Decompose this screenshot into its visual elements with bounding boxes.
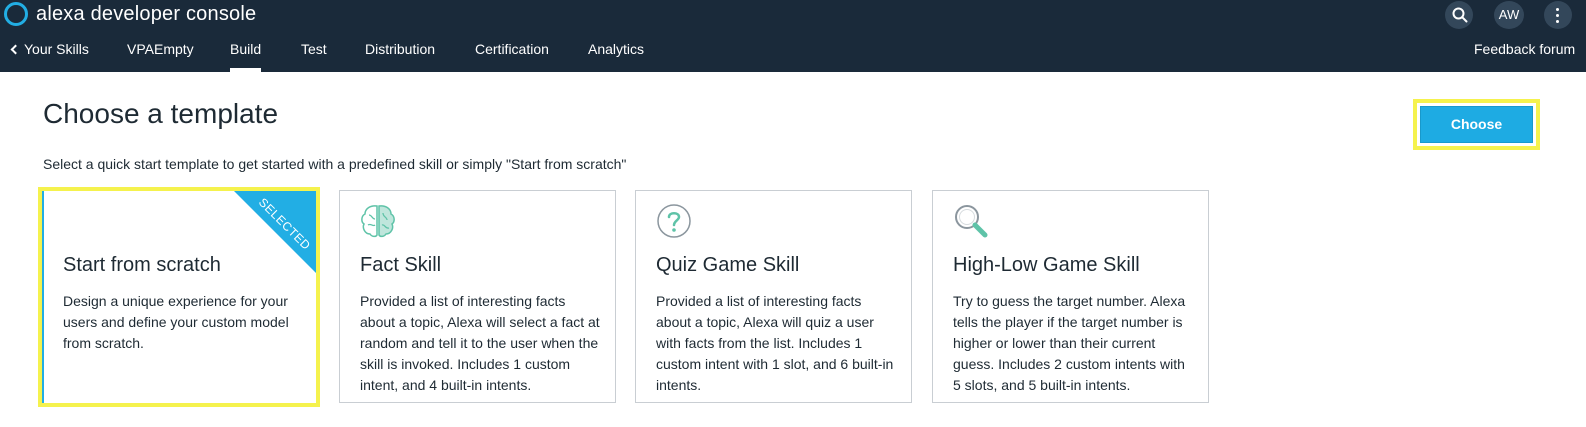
- user-avatar[interactable]: AW: [1494, 1, 1524, 29]
- more-menu-button[interactable]: [1544, 1, 1572, 29]
- page-title: Choose a template: [43, 98, 279, 129]
- selected-ribbon: [234, 191, 316, 273]
- card-description: Try to guess the target number. Alexa te…: [953, 293, 1186, 393]
- search-button[interactable]: [1445, 1, 1473, 29]
- nav-tab-test[interactable]: Test: [301, 41, 327, 57]
- alexa-logo-icon[interactable]: [4, 2, 28, 26]
- template-card-high-low-game-skill[interactable]: High-Low Game Skill Try to guess the tar…: [932, 190, 1209, 403]
- top-bar: alexa developer console AW Your Skills V…: [0, 0, 1586, 72]
- card-description: Design a unique experience for your user…: [63, 293, 289, 351]
- search-icon: [1452, 7, 1468, 23]
- nav-tab-certification[interactable]: Certification: [475, 41, 549, 57]
- template-card-quiz-game-skill[interactable]: Quiz Game Skill Provided a list of inter…: [635, 190, 912, 403]
- card-title: Quiz Game Skill: [656, 254, 800, 276]
- page-subtitle: Select a quick start template to get sta…: [43, 156, 627, 172]
- choose-button-highlight: Choose: [1413, 99, 1540, 150]
- nav-back-label: Your Skills: [24, 41, 89, 57]
- nav-tab-skill-name[interactable]: VPAEmpty: [127, 41, 194, 57]
- app-title[interactable]: alexa developer console: [36, 3, 256, 26]
- chevron-left-icon: [10, 44, 21, 55]
- card-title: Start from scratch: [63, 254, 221, 276]
- card-title: Fact Skill: [360, 254, 442, 276]
- nav-back-your-skills[interactable]: Your Skills: [10, 41, 89, 57]
- choose-button[interactable]: Choose: [1420, 106, 1533, 143]
- card-description: Provided a list of interesting facts abo…: [360, 293, 600, 393]
- nav-tab-distribution[interactable]: Distribution: [365, 41, 435, 57]
- magnifier-icon: [955, 205, 988, 238]
- feedback-forum-link[interactable]: Feedback forum: [1474, 41, 1575, 57]
- template-card-start-from-scratch[interactable]: SELECTED Start from scratch Design a uni…: [38, 187, 320, 407]
- kebab-dot-icon: [1556, 20, 1559, 23]
- card-title: High-Low Game Skill: [953, 254, 1140, 276]
- nav-tab-analytics[interactable]: Analytics: [588, 41, 644, 57]
- kebab-dot-icon: [1556, 14, 1559, 17]
- question-icon: [657, 204, 691, 238]
- kebab-dot-icon: [1556, 8, 1559, 11]
- brain-icon: [361, 205, 395, 238]
- card-description: Provided a list of interesting facts abo…: [656, 293, 894, 393]
- template-card-fact-skill[interactable]: Fact Skill Provided a list of interestin…: [339, 190, 616, 403]
- skill-nav: Your Skills VPAEmpty Build Test Distribu…: [0, 36, 1586, 72]
- active-tab-indicator: [230, 68, 261, 72]
- nav-tab-build[interactable]: Build: [230, 41, 261, 57]
